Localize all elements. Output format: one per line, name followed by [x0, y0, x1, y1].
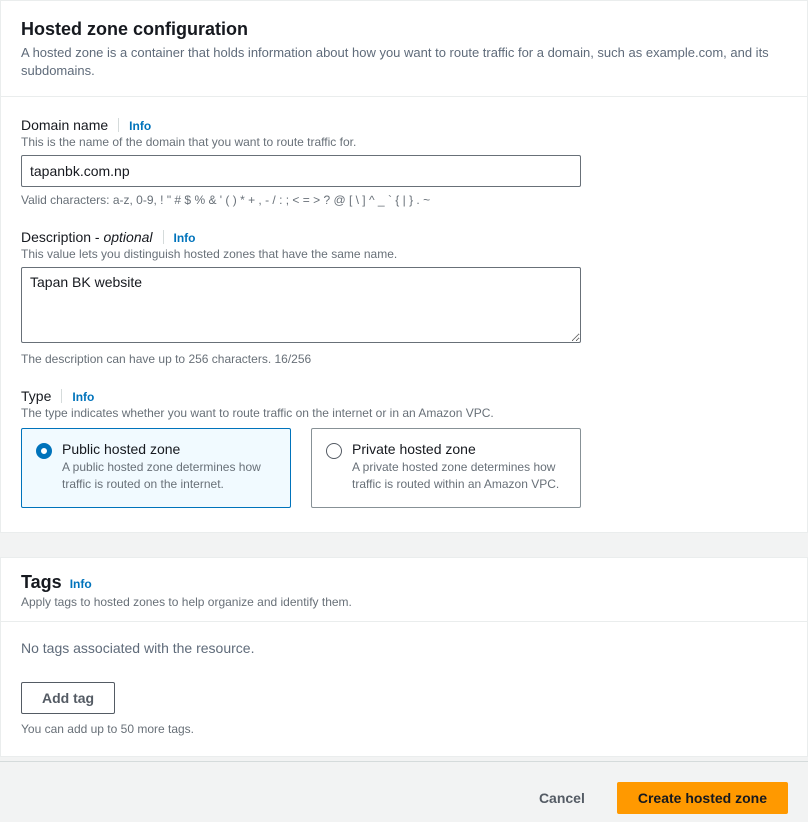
type-hint: The type indicates whether you want to r…: [21, 406, 787, 420]
domain-name-input[interactable]: [21, 155, 581, 187]
divider: [118, 118, 119, 132]
radio-icon: [326, 443, 342, 459]
description-field-group: Description - optional Info This value l…: [21, 229, 787, 366]
config-header: Hosted zone configuration A hosted zone …: [1, 1, 807, 96]
tags-hint: Apply tags to hosted zones to help organ…: [21, 595, 787, 609]
tags-title: Tags: [21, 572, 62, 593]
radio-icon: [36, 443, 52, 459]
type-options: Public hosted zone A public hosted zone …: [21, 428, 787, 508]
type-option-public-desc: A public hosted zone determines how traf…: [62, 459, 276, 493]
description-label: Description - optional: [21, 229, 153, 245]
domain-name-field-group: Domain name Info This is the name of the…: [21, 117, 787, 207]
config-title: Hosted zone configuration: [21, 19, 787, 40]
divider: [163, 230, 164, 244]
tags-panel: Tags Info Apply tags to hosted zones to …: [0, 557, 808, 757]
type-option-private-desc: A private hosted zone determines how tra…: [352, 459, 566, 493]
type-label: Type: [21, 388, 51, 404]
type-option-private-title: Private hosted zone: [352, 441, 566, 457]
section-gap: [0, 533, 808, 557]
domain-name-hint: This is the name of the domain that you …: [21, 135, 787, 149]
domain-name-constraint: Valid characters: a-z, 0-9, ! " # $ % & …: [21, 193, 787, 207]
type-info-link[interactable]: Info: [72, 390, 94, 404]
create-hosted-zone-button[interactable]: Create hosted zone: [617, 782, 788, 814]
config-body: Domain name Info This is the name of the…: [1, 96, 807, 532]
type-field-group: Type Info The type indicates whether you…: [21, 388, 787, 508]
domain-name-label-row: Domain name Info: [21, 117, 787, 133]
cancel-button[interactable]: Cancel: [519, 782, 605, 814]
tags-header: Tags Info Apply tags to hosted zones to …: [1, 558, 807, 621]
config-description: A hosted zone is a container that holds …: [21, 44, 787, 80]
tags-empty-message: No tags associated with the resource.: [21, 640, 787, 656]
description-hint: This value lets you distinguish hosted z…: [21, 247, 787, 261]
type-option-private[interactable]: Private hosted zone A private hosted zon…: [311, 428, 581, 508]
type-option-content: Public hosted zone A public hosted zone …: [62, 441, 276, 493]
domain-name-label: Domain name: [21, 117, 108, 133]
type-option-public-title: Public hosted zone: [62, 441, 276, 457]
footer-actions: Cancel Create hosted zone: [0, 761, 808, 822]
domain-name-info-link[interactable]: Info: [129, 119, 151, 133]
description-info-link[interactable]: Info: [174, 231, 196, 245]
add-tag-button[interactable]: Add tag: [21, 682, 115, 714]
description-label-row: Description - optional Info: [21, 229, 787, 245]
description-optional: optional: [103, 229, 152, 245]
divider: [61, 389, 62, 403]
tags-info-link[interactable]: Info: [70, 577, 92, 591]
hosted-zone-config-panel: Hosted zone configuration A hosted zone …: [0, 0, 808, 533]
description-constraint: The description can have up to 256 chara…: [21, 352, 787, 366]
tags-body: No tags associated with the resource. Ad…: [1, 621, 807, 756]
type-option-content: Private hosted zone A private hosted zon…: [352, 441, 566, 493]
tags-constraint: You can add up to 50 more tags.: [21, 722, 787, 736]
type-label-row: Type Info: [21, 388, 787, 404]
description-textarea[interactable]: [21, 267, 581, 343]
type-option-public[interactable]: Public hosted zone A public hosted zone …: [21, 428, 291, 508]
tags-title-row: Tags Info: [21, 572, 787, 593]
description-label-text: Description -: [21, 229, 103, 245]
